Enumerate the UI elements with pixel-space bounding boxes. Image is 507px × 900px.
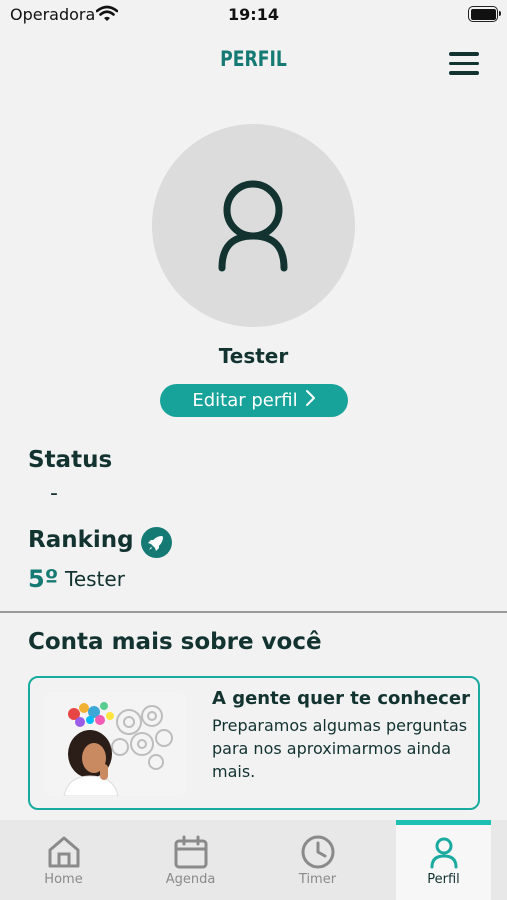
- card-title: A gente quer te conhecer: [212, 688, 470, 709]
- profile-name: Tester: [218, 344, 289, 368]
- battery-icon: [468, 6, 501, 22]
- tab-home-label: Home: [44, 872, 83, 887]
- calendar-icon: [174, 835, 207, 869]
- status-bar: Operadora 19:14: [0, 0, 507, 32]
- tab-timer-label: Timer: [298, 872, 337, 887]
- tab-bar: Home Agenda Timer Perfil: [0, 820, 507, 900]
- clock: 19:14: [228, 5, 279, 24]
- status-heading: Status: [28, 447, 113, 473]
- edit-profile-label: Editar perfil: [192, 390, 298, 411]
- ranking-heading: Ranking: [28, 527, 134, 553]
- questionnaire-card[interactable]: A gente quer te conhecer Preparamos algu…: [28, 676, 480, 810]
- card-description: Preparamos algumas perguntas para nos ap…: [212, 716, 468, 781]
- more-about-heading: Conta mais sobre você: [28, 629, 322, 655]
- ranking-position: 5º: [28, 565, 59, 593]
- ranking-name: Tester: [65, 567, 125, 591]
- rocket-icon: [141, 527, 172, 558]
- clock-icon: [301, 835, 334, 869]
- page-title: PERFIL: [220, 47, 287, 71]
- chevron-right-icon: [304, 389, 316, 412]
- active-tab-indicator: [396, 820, 491, 825]
- hamburger-menu-icon[interactable]: [449, 52, 479, 76]
- tab-home[interactable]: Home: [0, 820, 127, 900]
- status-value: -: [50, 481, 58, 506]
- avatar[interactable]: [152, 124, 355, 327]
- tab-agenda-label: Agenda: [165, 872, 216, 887]
- user-icon: [430, 837, 457, 869]
- edit-profile-button[interactable]: Editar perfil: [160, 384, 348, 417]
- thinking-woman-image: [44, 692, 186, 796]
- tab-agenda[interactable]: Agenda: [127, 820, 254, 900]
- tab-perfil-label: Perfil: [427, 872, 460, 887]
- tab-perfil[interactable]: Perfil: [396, 820, 491, 900]
- divider: [0, 611, 507, 613]
- user-outline-icon: [218, 180, 288, 272]
- tab-timer[interactable]: Timer: [254, 820, 381, 900]
- home-icon: [48, 836, 79, 868]
